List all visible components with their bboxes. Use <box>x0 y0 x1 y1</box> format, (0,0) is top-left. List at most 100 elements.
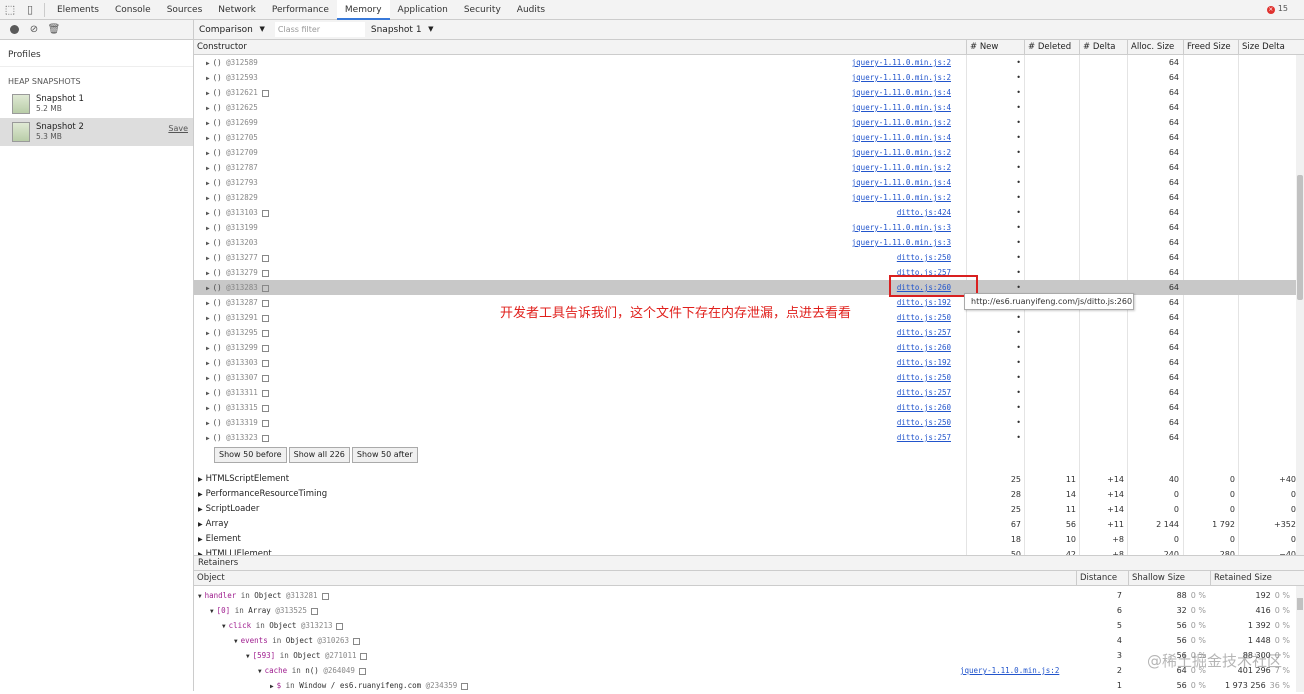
expand-arrow-icon[interactable]: ▶ <box>206 135 210 142</box>
source-link[interactable]: ditto.js:250 <box>897 310 951 325</box>
save-link[interactable]: Save <box>168 124 188 133</box>
table-row[interactable]: ▶() @312705 jquery-1.11.0.min.js:4 • 64 <box>194 130 1296 145</box>
table-row[interactable]: ▶ HTMLScriptElement 25 11 +14 40 0 +40 <box>194 472 1296 487</box>
col-distance[interactable]: Distance <box>1076 571 1128 586</box>
retainers-scrollbar[interactable] <box>1296 586 1304 692</box>
snapshot-1-item[interactable]: Snapshot 1 5.2 MB <box>0 90 193 118</box>
table-row[interactable]: ▶() @313203 jquery-1.11.0.min.js:3 • 64 <box>194 235 1296 250</box>
source-link[interactable]: jquery-1.11.0.min.js:3 <box>852 235 951 250</box>
expand-arrow-icon[interactable]: ▶ <box>206 390 210 397</box>
retainer-row[interactable]: ▼ handler in Object @313281 7 88 0 % 192 0 % <box>194 588 1294 603</box>
retainer-row[interactable]: ▼ cache in n() @264049 jquery-1.11.0.min.j… <box>194 663 1294 678</box>
table-row[interactable]: ▶() @313103 ditto.js:424 • 64 <box>194 205 1296 220</box>
col-shallow[interactable]: Shallow Size <box>1128 571 1210 586</box>
base-snapshot-select[interactable]: Snapshot 1 <box>371 25 436 35</box>
expand-arrow-icon[interactable]: ▶ <box>198 506 203 513</box>
expand-arrow-icon[interactable]: ▶ <box>198 536 203 543</box>
table-row[interactable]: ▶() @312829 jquery-1.11.0.min.js:2 • 64 <box>194 190 1296 205</box>
expand-arrow-icon[interactable]: ▶ <box>206 150 210 157</box>
expand-arrow-icon[interactable]: ▶ <box>206 225 210 232</box>
table-row[interactable]: ▶() @313315 ditto.js:260 • 64 <box>194 400 1296 415</box>
col-size-delta[interactable]: Size Delta <box>1238 40 1304 55</box>
expand-arrow-icon[interactable]: ▶ <box>206 90 210 97</box>
source-link[interactable]: ditto.js:257 <box>897 325 951 340</box>
expand-arrow-icon[interactable]: ▼ <box>234 638 238 645</box>
source-link[interactable]: jquery-1.11.0.min.js:2 <box>852 145 951 160</box>
expand-arrow-icon[interactable]: ▶ <box>206 180 210 187</box>
grid-scrollbar[interactable] <box>1296 55 1304 575</box>
expand-arrow-icon[interactable]: ▼ <box>246 653 250 660</box>
col-delta[interactable]: # Delta <box>1079 40 1127 55</box>
expand-arrow-icon[interactable]: ▶ <box>206 210 210 217</box>
tab-security[interactable]: Security <box>456 0 509 20</box>
source-link[interactable]: jquery-1.11.0.min.js:3 <box>852 220 951 235</box>
expand-arrow-icon[interactable]: ▶ <box>206 255 210 262</box>
expand-arrow-icon[interactable]: ▶ <box>198 521 203 528</box>
expand-arrow-icon[interactable]: ▶ <box>206 240 210 247</box>
table-row[interactable]: ▶() @312793 jquery-1.11.0.min.js:4 • 64 <box>194 175 1296 190</box>
source-link[interactable]: jquery-1.11.0.min.js:2 <box>852 190 951 205</box>
expand-arrow-icon[interactable]: ▶ <box>206 105 210 112</box>
retainer-row[interactable]: ▼ [0] in Array @313525 6 32 0 % 416 0 % <box>194 603 1294 618</box>
table-row[interactable]: ▶() @313279 ditto.js:257 • 64 <box>194 265 1296 280</box>
retainer-row[interactable]: ▼ [593] in Object @271011 3 56 0 % 88 300 0 % <box>194 648 1294 663</box>
expand-arrow-icon[interactable]: ▶ <box>206 420 210 427</box>
table-row[interactable]: ▶ Element 18 10 +8 0 0 0 <box>194 532 1296 547</box>
expand-arrow-icon[interactable]: ▶ <box>206 285 210 292</box>
source-link[interactable]: jquery-1.11.0.min.js:4 <box>852 85 951 100</box>
expand-arrow-icon[interactable]: ▶ <box>206 375 210 382</box>
expand-arrow-icon[interactable]: ▶ <box>206 405 210 412</box>
record-button[interactable] <box>4 20 24 40</box>
retainer-row[interactable]: ▼ click in Object @313213 5 56 0 % 1 392 0 % <box>194 618 1294 633</box>
inspect-icon[interactable]: ⬚ <box>0 0 20 20</box>
expand-arrow-icon[interactable]: ▶ <box>206 60 210 67</box>
source-link[interactable]: jquery-1.11.0.min.js:4 <box>852 100 951 115</box>
expand-arrow-icon[interactable]: ▶ <box>206 360 210 367</box>
source-link[interactable]: ditto.js:260 <box>897 400 951 415</box>
tab-performance[interactable]: Performance <box>264 0 337 20</box>
table-row[interactable]: ▶() @312787 jquery-1.11.0.min.js:2 • 64 <box>194 160 1296 175</box>
table-row[interactable]: ▶ Array 67 56 +11 2 144 1 792 +352 <box>194 517 1296 532</box>
view-select[interactable]: Comparison <box>199 25 267 35</box>
snapshot-2-item[interactable]: Snapshot 2 5.3 MB Save <box>0 118 193 146</box>
tab-sources[interactable]: Sources <box>159 0 211 20</box>
source-link[interactable]: ditto.js:250 <box>897 415 951 430</box>
expand-arrow-icon[interactable]: ▶ <box>206 120 210 127</box>
source-link[interactable]: jquery-1.11.0.min.js:4 <box>852 175 951 190</box>
show-all-button[interactable]: Show all 226 <box>288 447 350 463</box>
table-row[interactable]: ▶() @313311 ditto.js:257 • 64 <box>194 385 1296 400</box>
table-row[interactable]: ▶() @312709 jquery-1.11.0.min.js:2 • 64 <box>194 145 1296 160</box>
tab-audits[interactable]: Audits <box>509 0 553 20</box>
show-before-button[interactable]: Show 50 before <box>214 447 287 463</box>
col-retained[interactable]: Retained Size <box>1210 571 1304 586</box>
retainer-row[interactable]: ▼ events in Object @310263 4 56 0 % 1 448 0 % <box>194 633 1294 648</box>
col-new[interactable]: # New <box>966 40 1024 55</box>
expand-arrow-icon[interactable]: ▼ <box>222 623 226 630</box>
class-filter-input[interactable]: Class filter <box>274 22 365 37</box>
scrollbar-thumb[interactable] <box>1297 598 1303 610</box>
source-link[interactable]: ditto.js:250 <box>897 250 951 265</box>
expand-arrow-icon[interactable]: ▶ <box>206 300 210 307</box>
source-link[interactable]: jquery-1.11.0.min.js:2 <box>852 70 951 85</box>
scrollbar-thumb[interactable] <box>1297 175 1303 300</box>
source-link[interactable]: ditto.js:257 <box>897 385 951 400</box>
table-row[interactable]: ▶() @313323 ditto.js:257 • 64 <box>194 430 1296 445</box>
table-row[interactable]: ▶ PerformanceResourceTiming 28 14 +14 0 0 0 <box>194 487 1296 502</box>
source-link[interactable]: ditto.js:192 <box>897 295 951 310</box>
expand-arrow-icon[interactable]: ▶ <box>206 270 210 277</box>
expand-arrow-icon[interactable]: ▶ <box>206 165 210 172</box>
table-row[interactable]: ▶() @313303 ditto.js:192 • 64 <box>194 355 1296 370</box>
table-row[interactable]: ▶() @313277 ditto.js:250 • 64 <box>194 250 1296 265</box>
source-link[interactable]: ditto.js:192 <box>897 355 951 370</box>
col-constructor[interactable]: Constructor <box>194 40 966 55</box>
show-after-button[interactable]: Show 50 after <box>351 447 418 463</box>
source-link[interactable]: jquery-1.11.0.min.js:4 <box>852 130 951 145</box>
col-object[interactable]: Object <box>194 571 1076 586</box>
source-link[interactable]: jquery-1.11.0.min.js:2 <box>852 160 951 175</box>
source-link[interactable]: jquery-1.11.0.min.js:2 <box>960 663 1059 678</box>
expand-arrow-icon[interactable]: ▶ <box>206 345 210 352</box>
tab-network[interactable]: Network <box>210 0 264 20</box>
expand-arrow-icon[interactable]: ▶ <box>206 75 210 82</box>
source-link[interactable]: ditto.js:257 <box>897 430 951 445</box>
table-row[interactable]: ▶() @313295 ditto.js:257 • 64 <box>194 325 1296 340</box>
